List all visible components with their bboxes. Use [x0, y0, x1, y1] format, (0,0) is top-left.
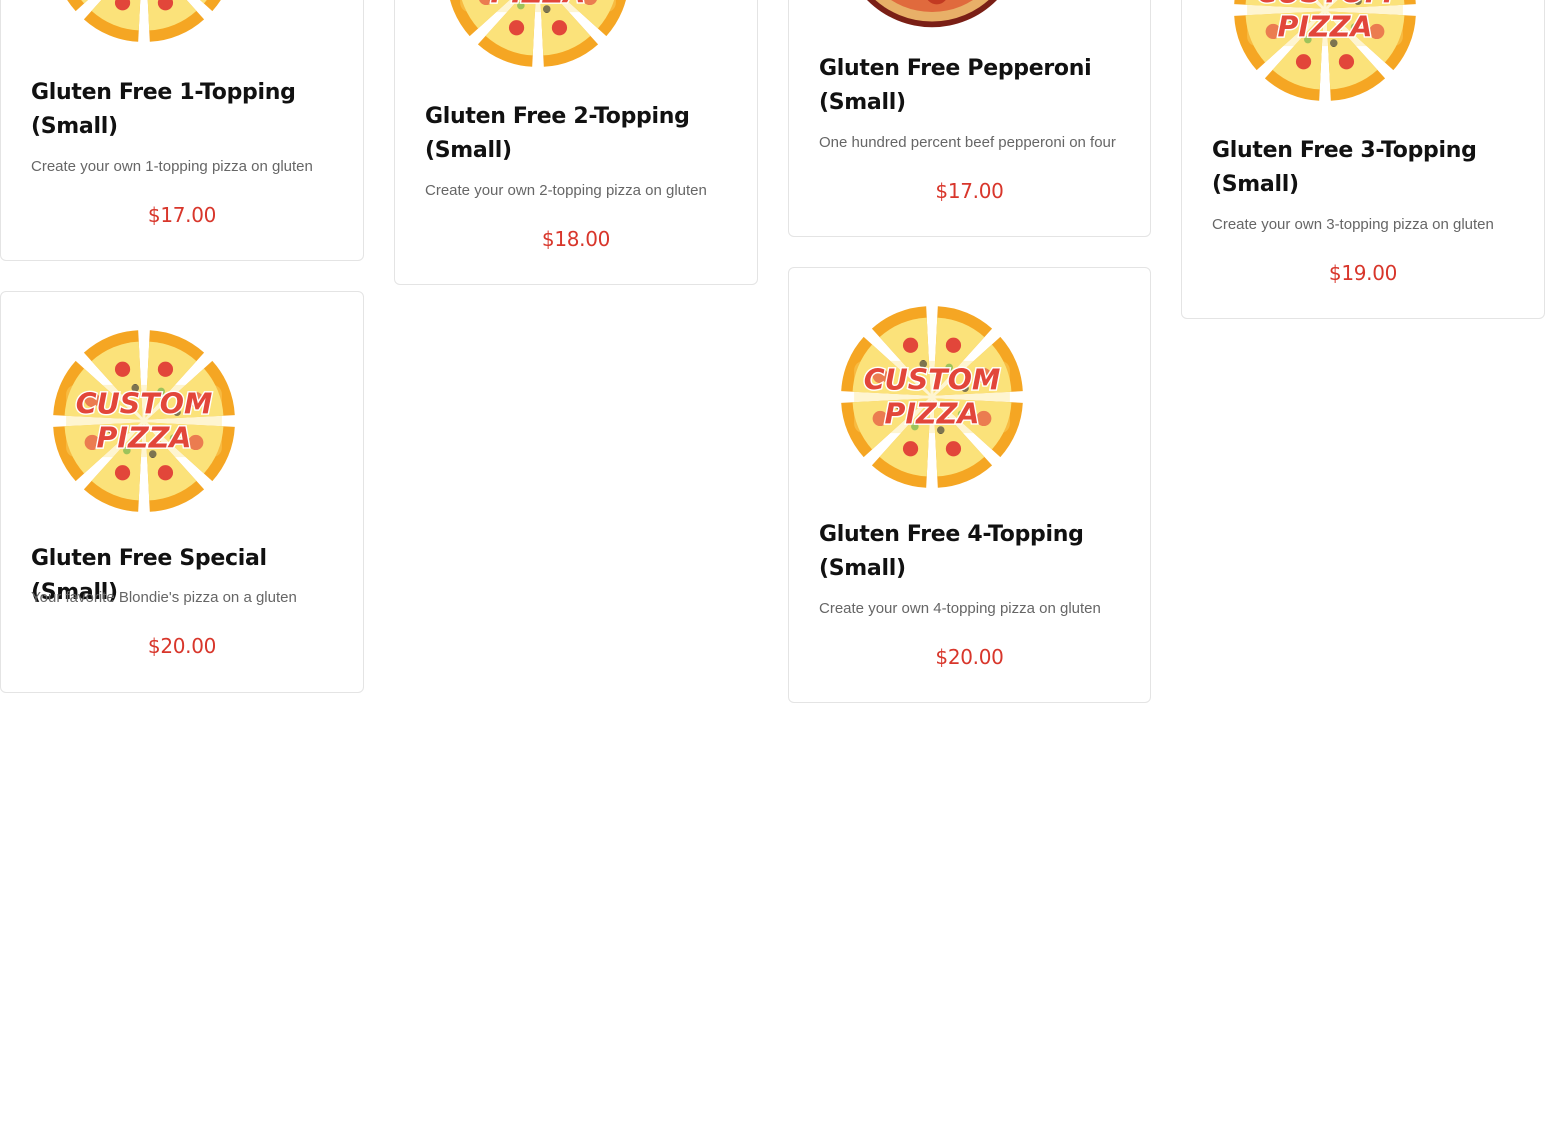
product-description: Your favorite Blondie's pizza on a glute…: [31, 589, 297, 606]
product-image: CUSTOMPIZZA: [443, 0, 633, 71]
product-card[interactable]: CUSTOMPIZZA Gluten Free 1-Topping (Small…: [0, 0, 364, 261]
product-title: Gluten Free 2-Topping (Small): [425, 104, 690, 163]
product-description: Create your own 3-topping pizza on glute…: [1212, 216, 1494, 233]
product-image: CUSTOM PIZZA: [1230, 0, 1420, 105]
product-image: CUSTOMPIZZA: [49, 326, 239, 516]
product-card[interactable]: CUSTOMPIZZA Gluten Free 2-Topping (Small…: [394, 0, 758, 285]
product-price: $20.00: [935, 645, 1004, 669]
product-price: $17.00: [935, 179, 1004, 203]
product-price: $17.00: [147, 203, 217, 227]
logo-text: CUSTOM: [76, 387, 213, 420]
product-title: Gluten Free 1-Topping (Small): [31, 80, 296, 139]
product-title: Gluten Free Pepperoni (Small): [819, 56, 1092, 115]
product-card[interactable]: CUSTOM PIZZA Gluten Free Special (Small) …: [0, 291, 364, 693]
product-price: $18.00: [541, 227, 611, 251]
product-description: Create your own 2-topping pizza on glute…: [425, 182, 707, 199]
custom-pizza-logo: CUSTOMPIZZA: [67, 0, 221, 42]
logo-text: PIZZA: [1278, 11, 1373, 44]
product-description: Create your own 4-topping pizza on glute…: [819, 600, 1101, 617]
custom-pizza-logo: CUSTOMPIZZA: [53, 330, 235, 512]
custom-pizza-logo: CUSTOMPIZZA: [450, 0, 626, 67]
product-image: [837, 0, 1027, 31]
product-card[interactable]: Gluten Free Pepperoni (Small) One hundre…: [788, 0, 1151, 237]
product-image: CUSTOMPIZZA: [837, 302, 1027, 492]
logo-text: PIZZA: [885, 398, 980, 431]
product-price: $19.00: [1328, 261, 1398, 285]
custom-pizza-logo: CUSTOM PIZZA: [1234, 0, 1416, 101]
product-title: Gluten Free 3-Topping (Small): [1212, 138, 1477, 197]
logo-text: PIZZA: [97, 422, 192, 455]
pepperoni-pizza-photo: [867, 0, 997, 28]
product-image: CUSTOMPIZZA: [49, 0, 239, 46]
product-description: Create your own 1-topping pizza on glute…: [31, 158, 313, 175]
logo-text: CUSTOM: [1257, 0, 1394, 9]
logo-text: PIZZA: [491, 0, 586, 10]
product-title: Gluten Free 4-Topping (Small): [819, 522, 1084, 581]
product-card[interactable]: CUSTOM PIZZA Gluten Free 4-Topping (Small…: [788, 267, 1151, 703]
logo-text: CUSTOM: [864, 363, 1001, 396]
custom-pizza-logo: CUSTOMPIZZA: [841, 306, 1023, 488]
product-price: $20.00: [147, 634, 217, 658]
product-description: One hundred percent beef pepperoni on fo…: [819, 134, 1116, 151]
product-card[interactable]: CUSTOM PIZZA Gluten Free 3-Topping (Small…: [1181, 0, 1545, 319]
